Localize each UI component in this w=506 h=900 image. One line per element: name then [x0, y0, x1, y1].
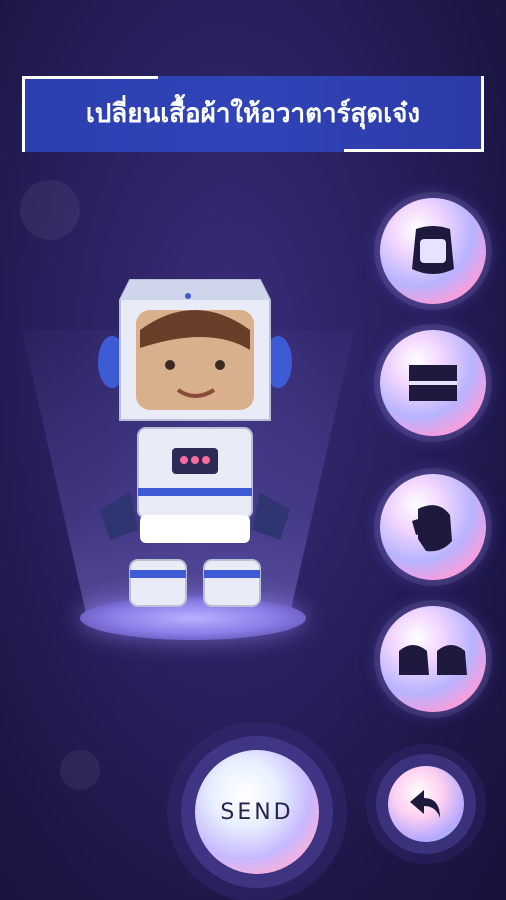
background-glow	[20, 180, 80, 240]
background-glow	[60, 750, 100, 790]
page-title: เปลี่ยนเสื้อผ้าให้อวาตาร์สุดเจ๋ง	[85, 99, 421, 129]
suit-icon	[409, 365, 457, 401]
boots-icon	[399, 645, 467, 675]
undo-arrow-icon	[410, 790, 440, 818]
title-banner: เปลี่ยนเสื้อผ้าให้อวาตาร์สุดเจ๋ง	[22, 76, 484, 152]
glove-category-button[interactable]	[380, 474, 486, 580]
send-button[interactable]: SEND	[195, 750, 319, 874]
suit-category-button[interactable]	[380, 330, 486, 436]
helmet-icon	[412, 226, 454, 274]
glove-icon	[412, 505, 452, 552]
back-button[interactable]	[388, 766, 464, 842]
helmet-category-button[interactable]	[380, 198, 486, 304]
boots-category-button[interactable]	[380, 606, 486, 712]
send-label: SEND	[220, 799, 294, 825]
avatar-preview	[98, 279, 292, 607]
